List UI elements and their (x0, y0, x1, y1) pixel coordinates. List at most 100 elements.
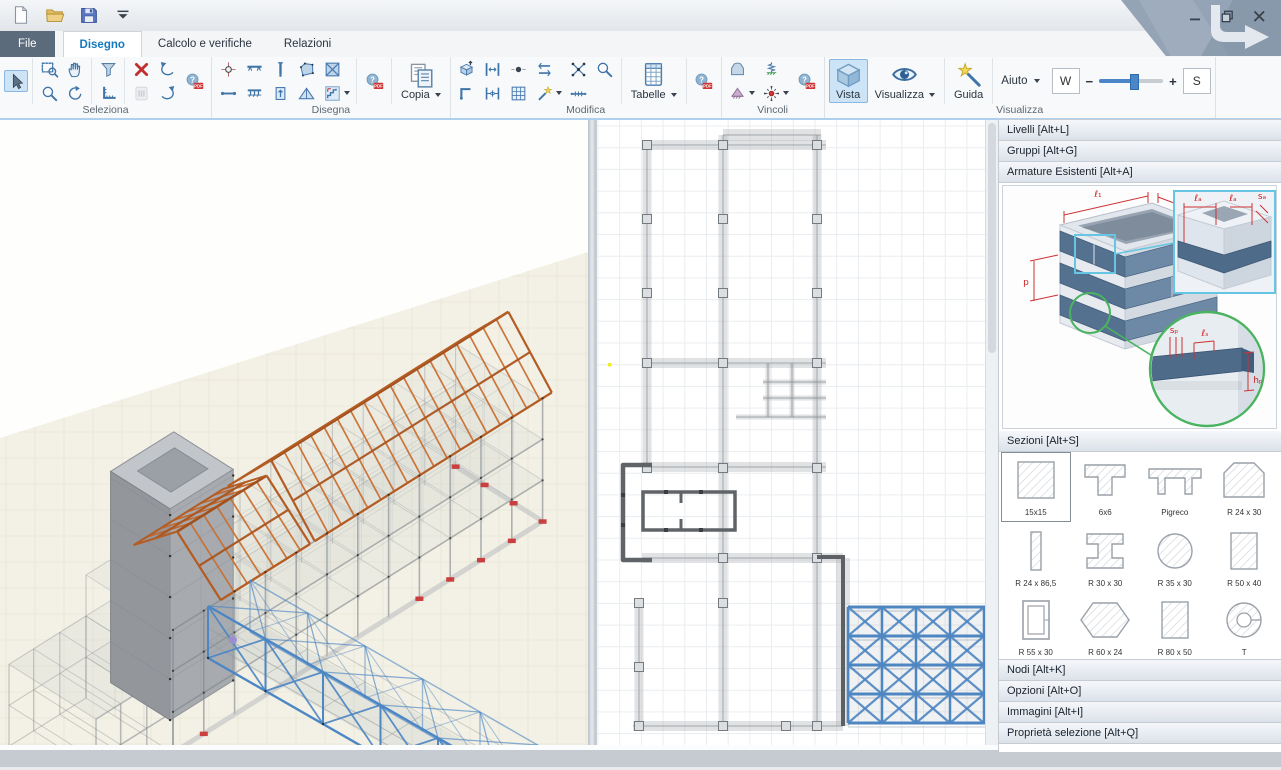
divide-tool[interactable] (567, 82, 591, 104)
panel-header-sezioni[interactable]: Sezioni [Alt+S] (999, 430, 1281, 452)
foundation-tool[interactable] (242, 82, 266, 104)
open-folder-icon[interactable] (44, 4, 66, 26)
guida-button[interactable]: Guida (949, 60, 988, 102)
zoom-in-button[interactable]: + (1169, 74, 1177, 89)
svg-text:PDF: PDF (374, 83, 383, 88)
help-tool[interactable]: ?PDF (181, 58, 207, 104)
spring-tool[interactable] (760, 58, 784, 80)
support-icon (728, 84, 747, 103)
quick-access-dropdown-icon[interactable] (112, 4, 134, 26)
align-tool[interactable] (481, 58, 505, 80)
section-thumb-r-24-x-30[interactable]: R 24 x 30 (1210, 452, 1280, 522)
zoom-out-button[interactable]: − (1086, 74, 1094, 89)
panel-header-armature[interactable]: Armature Esistenti [Alt+A] (999, 161, 1281, 183)
spacing-icon (483, 84, 502, 103)
slab-tool[interactable] (294, 58, 318, 80)
panel-header-opzioni[interactable]: Opzioni [Alt+O] (999, 680, 1281, 702)
vista-button[interactable]: Vista (829, 59, 868, 103)
minimize-button[interactable] (1187, 8, 1203, 24)
magic-tool[interactable] (533, 82, 565, 104)
help-tool[interactable]: ?PDF (361, 58, 387, 104)
line-tool[interactable] (216, 82, 240, 104)
aiuto-button[interactable]: Aiuto (997, 75, 1043, 87)
extrude-tool[interactable] (455, 58, 479, 80)
panel-header-gruppi[interactable]: Gruppi [Alt+G] (999, 140, 1281, 162)
section-thumb-6x6[interactable]: 6x6 (1071, 452, 1141, 522)
zoom-slider-thumb[interactable] (1130, 74, 1139, 90)
tab-relazioni[interactable]: Relazioni (268, 31, 347, 57)
zoom-slider[interactable] (1099, 79, 1163, 83)
plinth-icon (728, 60, 747, 79)
panel-header-livelli[interactable]: Livelli [Alt+L] (999, 119, 1281, 141)
viewport-splitter[interactable] (588, 120, 596, 745)
refresh-tool[interactable] (63, 82, 87, 104)
spacing-tool[interactable] (481, 82, 505, 104)
select-cursor-tool[interactable] (4, 70, 28, 92)
help-tool[interactable]: ?PDF (691, 58, 717, 104)
wall-tool[interactable] (268, 82, 292, 104)
tab-disegno[interactable]: Disegno (63, 31, 142, 58)
panel-header-immagini[interactable]: Immagini [Alt+I] (999, 701, 1281, 723)
spacer (593, 82, 617, 104)
properties-tool[interactable] (129, 82, 153, 104)
section-thumb-r-80-x-50[interactable]: R 80 x 50 (1140, 594, 1210, 660)
tabelle-button[interactable]: Tabelle (626, 60, 682, 102)
visualizza-button[interactable]: Visualizza (870, 60, 940, 102)
wireframe-mode-button[interactable]: W (1052, 68, 1080, 94)
solid-mode-button[interactable]: S (1183, 68, 1211, 94)
filter-tool[interactable] (96, 58, 120, 80)
truss-tool[interactable] (294, 82, 318, 104)
panel-header-nodi[interactable]: Nodi [Alt+K] (999, 659, 1281, 681)
section-thumb-t[interactable]: T (1210, 594, 1280, 660)
brace-tool[interactable] (320, 58, 344, 80)
stairs-tool[interactable] (320, 82, 352, 104)
support-tool[interactable] (726, 82, 758, 104)
slab-icon (297, 60, 316, 79)
section-thumb-r-35-x-30[interactable]: R 35 x 30 (1140, 522, 1210, 594)
section-shape-icon (1004, 597, 1068, 648)
panel-header-proprieta[interactable]: Proprietà selezione [Alt+Q] (999, 722, 1281, 744)
section-thumb-r-24-x-86-5[interactable]: R 24 x 86,5 (1001, 522, 1071, 594)
section-thumb-15x15[interactable]: 15x15 (1001, 452, 1071, 522)
viewport-3d[interactable]: XZY-z (0, 120, 588, 745)
new-document-icon[interactable] (10, 4, 32, 26)
save-icon[interactable] (78, 4, 100, 26)
undo-tool[interactable] (155, 58, 179, 80)
zoom-window-tool[interactable] (37, 58, 61, 80)
tab-file[interactable]: File (0, 31, 55, 57)
ribbon-group-modifica: Tabelle?PDFModifica (451, 57, 722, 118)
section-thumb-pigreco[interactable]: Pigreco (1140, 452, 1210, 522)
corner-tool[interactable] (455, 82, 479, 104)
grid-tool[interactable] (507, 82, 531, 104)
node-tool[interactable] (216, 58, 240, 80)
zoom-tool[interactable] (37, 82, 61, 104)
constraint-tool[interactable] (760, 82, 792, 104)
magic-icon (535, 84, 554, 103)
section-thumb-r-30-x-30[interactable]: R 30 x 30 (1071, 522, 1141, 594)
column-tool[interactable] (268, 58, 292, 80)
section-thumb-r-55-x-30[interactable]: R 55 x 30 (1001, 594, 1071, 660)
move-node-icon (569, 60, 588, 79)
help-tool[interactable]: ?PDF (794, 58, 820, 104)
redo-tool[interactable] (155, 82, 179, 104)
plan-scrollbar-thumb[interactable] (988, 123, 996, 353)
section-thumb-r-50-x-40[interactable]: R 50 x 40 (1210, 522, 1280, 594)
flip-tool[interactable] (533, 58, 557, 80)
viewport-2d-plan[interactable] (596, 120, 985, 745)
section-thumb-r-60-x-24[interactable]: R 60 x 24 (1071, 594, 1141, 660)
vista-icon (835, 61, 862, 88)
copia-button[interactable]: Copia (396, 60, 446, 102)
plan-scrollbar[interactable] (985, 120, 998, 745)
point-tool[interactable] (507, 58, 531, 80)
ribbon-group-visualizza: VistaVisualizzaGuidaAiutoW−+SVisualizza (825, 57, 1216, 118)
axes-tool[interactable] (96, 82, 120, 104)
zoom-sel-tool[interactable] (593, 58, 617, 80)
pan-tool[interactable] (63, 58, 87, 80)
move-node-tool[interactable] (567, 58, 591, 80)
close-button[interactable] (1251, 8, 1267, 24)
plinth-tool[interactable] (726, 58, 750, 80)
beam-tool[interactable] (242, 58, 266, 80)
restore-button[interactable] (1219, 8, 1235, 24)
delete-tool[interactable] (129, 58, 153, 80)
tab-calcolo-e-verifiche[interactable]: Calcolo e verifiche (142, 31, 268, 57)
